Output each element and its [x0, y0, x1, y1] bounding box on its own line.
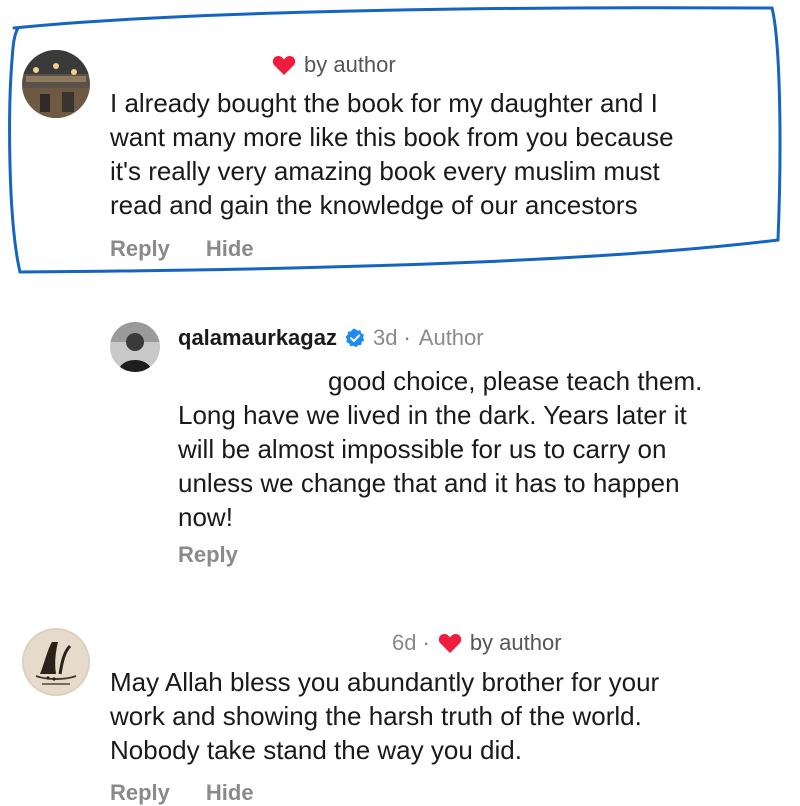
comment-meta: 6d · by author [392, 630, 562, 656]
comment-actions: Reply Hide [110, 780, 290, 806]
avatar[interactable] [22, 50, 90, 118]
comment-line: want many more like this book from you b… [110, 122, 674, 152]
comment-time: 3d [372, 325, 398, 350]
hide-button[interactable]: Hide [206, 780, 254, 806]
comment-actions: Reply Hide [110, 236, 290, 262]
separator-dot: · [403, 325, 411, 350]
reply-button[interactable]: Reply [178, 542, 238, 568]
comment-text: good choice, please teach them. Long hav… [178, 364, 702, 534]
liked-by-author-label: by author [469, 630, 562, 655]
separator-dot: · [422, 630, 430, 655]
author-label: Author [418, 325, 484, 350]
comment-meta: by author [272, 52, 396, 78]
comment-line: May Allah bless you abundantly brother f… [110, 667, 660, 697]
comment-meta: qalamaurkagaz 3d · Author [178, 325, 484, 351]
comment-line: read and gain the knowledge of our ances… [110, 190, 638, 220]
comment-line: Nobody take stand the way you did. [110, 735, 522, 765]
comment-actions: Reply [178, 542, 274, 568]
comment-line: work and showing the harsh truth of the … [110, 701, 642, 731]
comment-line: good choice, please teach them. [328, 366, 703, 396]
verified-badge-icon [345, 328, 365, 348]
comment-line: unless we change that and it has to happ… [178, 468, 680, 498]
comment-time: 6d [392, 630, 417, 655]
heart-icon[interactable] [272, 54, 296, 76]
username[interactable]: qalamaurkagaz [178, 325, 337, 351]
avatar[interactable] [110, 322, 160, 372]
liked-by-author-label: by author [304, 52, 396, 77]
comment-line: it's really very amazing book every musl… [110, 156, 660, 186]
avatar[interactable] [22, 628, 90, 696]
reply-button[interactable]: Reply [110, 780, 170, 806]
comment-line: Long have we lived in the dark. Years la… [178, 400, 687, 430]
comment-line: now! [178, 502, 233, 532]
reply-button[interactable]: Reply [110, 236, 170, 262]
comment-line: I already bought the book for my daughte… [110, 88, 658, 118]
hide-button[interactable]: Hide [206, 236, 254, 262]
heart-icon[interactable] [438, 632, 462, 654]
comment-line: will be almost impossible for us to carr… [178, 434, 667, 464]
comment-text: May Allah bless you abundantly brother f… [110, 665, 659, 767]
comment-text: I already bought the book for my daughte… [110, 86, 674, 222]
